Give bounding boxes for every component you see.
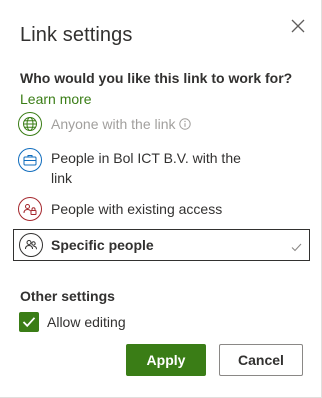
info-icon[interactable] [178, 118, 191, 130]
learn-more-link[interactable]: Learn more [20, 91, 92, 107]
checkbox-checked-icon[interactable] [19, 312, 39, 332]
checkmark-icon [291, 239, 302, 257]
apply-button[interactable]: Apply [126, 344, 206, 376]
close-icon [291, 19, 305, 33]
other-settings-heading: Other settings [20, 288, 115, 304]
close-button[interactable] [287, 15, 309, 37]
people-icon [19, 233, 43, 257]
allow-editing-checkbox[interactable]: Allow editing [19, 312, 126, 332]
audience-question: Who would you like this link to work for… [20, 70, 293, 86]
briefcase-icon [18, 148, 42, 172]
option-label: People in Bol ICT B.V. with the link [51, 150, 241, 186]
option-people-in-org[interactable]: People in Bol ICT B.V. with the link [13, 145, 309, 187]
option-existing-access[interactable]: People with existing access [13, 196, 309, 224]
cancel-button[interactable]: Cancel [219, 344, 303, 376]
option-label: People with existing access [51, 201, 223, 217]
link-settings-dialog: Link settings Who would you like this li… [0, 0, 322, 398]
option-label: Specific people [51, 237, 154, 253]
option-specific-people[interactable]: Specific people [13, 229, 310, 261]
allow-editing-label: Allow editing [47, 314, 126, 330]
people-lock-icon [18, 197, 42, 221]
option-anyone-with-link[interactable]: Anyone with the link [13, 111, 309, 137]
option-label: Anyone with the link [51, 114, 191, 134]
globe-icon [18, 112, 42, 136]
dialog-title: Link settings [20, 24, 133, 46]
